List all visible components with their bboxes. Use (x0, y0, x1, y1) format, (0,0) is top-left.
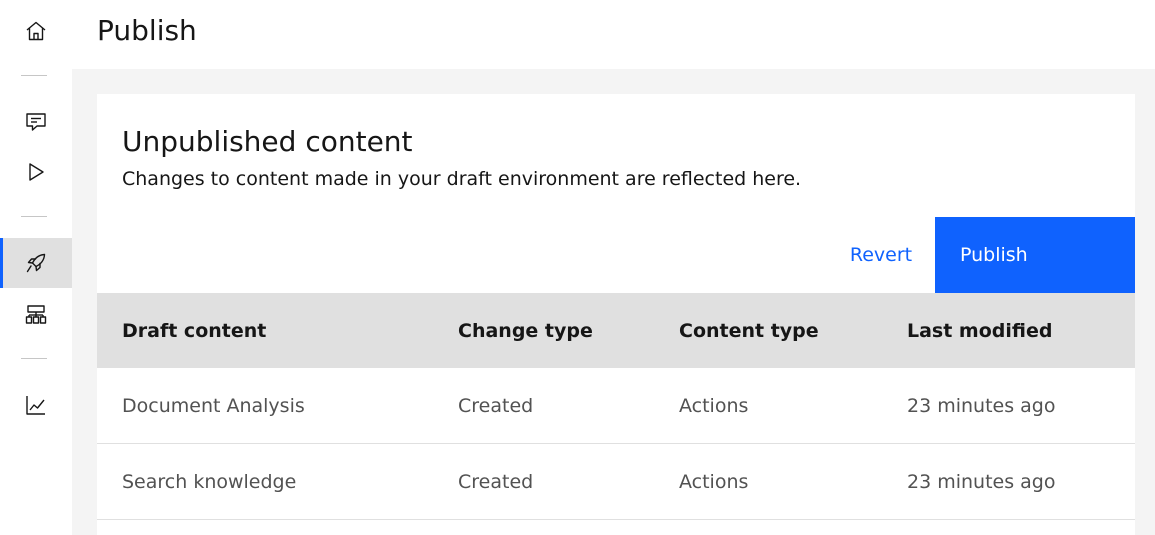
column-header-content-type[interactable]: Content type (679, 293, 819, 368)
nav-item-environments[interactable] (0, 290, 72, 340)
column-header-last-modified[interactable]: Last modified (907, 293, 1052, 368)
cell-last-modified: 23 minutes ago (907, 394, 1056, 417)
revert-button[interactable]: Revert (827, 217, 935, 293)
page-title: Publish (97, 14, 197, 47)
cell-draft-content: Search knowledge (122, 470, 297, 493)
nav-item-chat[interactable] (0, 97, 72, 147)
nav-divider (21, 75, 47, 76)
publish-page: Publish Unpublished content Changes to c… (0, 0, 1155, 535)
nav-divider (21, 216, 47, 217)
cell-last-modified: 23 minutes ago (907, 470, 1056, 493)
publish-button[interactable]: Publish (935, 217, 1135, 293)
nav-item-publish[interactable] (0, 238, 72, 288)
chat-icon (26, 113, 46, 131)
cell-change-type: Created (458, 394, 534, 417)
chart-line-icon (26, 396, 45, 415)
cell-content-type: Actions (679, 470, 749, 493)
nav-item-preview[interactable] (0, 147, 72, 197)
side-nav (0, 0, 72, 535)
nav-item-home[interactable] (0, 6, 72, 56)
table-row[interactable]: Search knowledge Created Actions 23 minu… (97, 444, 1135, 520)
table-header: Draft content Change type Content type L… (97, 293, 1135, 368)
cell-content-type: Actions (679, 394, 749, 417)
cell-change-type: Created (458, 470, 534, 493)
play-icon (29, 163, 44, 181)
rocket-icon (26, 253, 46, 273)
table-row[interactable]: Document Analysis Created Actions 23 min… (97, 368, 1135, 444)
hierarchy-icon (25, 305, 47, 324)
column-header-draft-content[interactable]: Draft content (122, 293, 266, 368)
home-icon (26, 21, 46, 41)
nav-item-analytics[interactable] (0, 380, 72, 430)
unpublished-content-card: Unpublished content Changes to content m… (97, 94, 1135, 535)
draft-content-table: Draft content Change type Content type L… (97, 293, 1135, 520)
cell-draft-content: Document Analysis (122, 394, 305, 417)
card-description: Changes to content made in your draft en… (122, 168, 802, 190)
column-header-change-type[interactable]: Change type (458, 293, 593, 368)
card-title: Unpublished content (122, 125, 413, 158)
nav-divider (21, 358, 47, 359)
